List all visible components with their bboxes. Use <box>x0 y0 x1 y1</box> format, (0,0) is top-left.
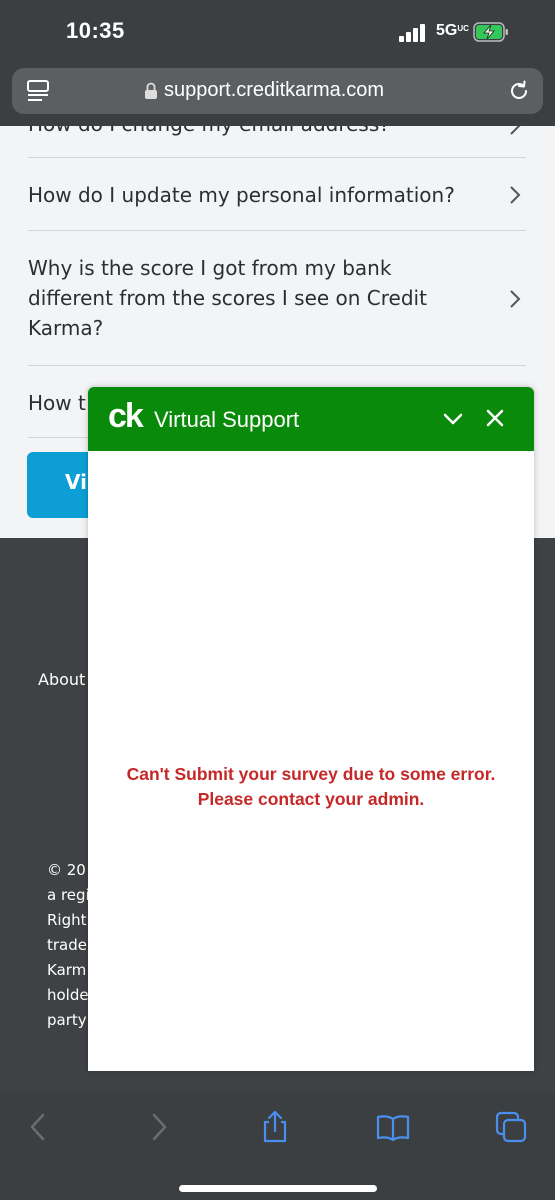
cellular-signal-icon <box>399 24 425 42</box>
copyright-line: holde <box>47 986 89 1004</box>
faq-item[interactable]: Why is the score I got from my bank diff… <box>28 231 526 366</box>
chevron-right-icon <box>510 290 521 308</box>
browser-toolbar <box>0 1092 555 1200</box>
chevron-right-icon <box>510 186 521 204</box>
network-type: 5GUC <box>436 22 469 39</box>
copyright-line: Right <box>47 911 87 929</box>
status-bar: 10:35 5GUC <box>0 0 555 62</box>
faq-question: How do I update my personal information? <box>28 183 455 207</box>
forward-icon[interactable] <box>141 1110 175 1144</box>
chevron-down-icon[interactable] <box>442 409 464 429</box>
chat-header: ck Virtual Support <box>88 387 534 451</box>
copyright-line: © 20 <box>47 861 86 879</box>
page-menu-icon[interactable] <box>26 79 52 103</box>
virtual-support-window: ck Virtual Support Can't Submit your sur… <box>88 387 534 1071</box>
address-bar[interactable]: support.creditkarma.com <box>12 68 543 114</box>
share-icon[interactable] <box>258 1110 292 1144</box>
copyright-text: © 20 a regi Right trade Karm holde party <box>47 858 90 1033</box>
browser-address-area: support.creditkarma.com <box>0 62 555 126</box>
copyright-line: a regi <box>47 886 90 904</box>
faq-question: Why is the score I got from my bank diff… <box>28 256 427 340</box>
battery-charging-icon <box>473 22 508 42</box>
footer-link-about[interactable]: About <box>38 670 85 689</box>
bookmarks-icon[interactable] <box>376 1110 410 1144</box>
chat-title: Virtual Support <box>154 407 300 432</box>
ck-logo: ck <box>108 397 144 435</box>
faq-question: How do I change my email address? <box>28 126 478 139</box>
copyright-line: trade <box>47 936 87 954</box>
reload-icon[interactable] <box>507 79 531 103</box>
home-indicator <box>179 1185 377 1192</box>
url-text[interactable]: support.creditkarma.com <box>164 79 384 102</box>
faq-item[interactable]: How do I update my personal information? <box>28 158 526 231</box>
status-time: 10:35 <box>66 18 125 43</box>
back-icon[interactable] <box>22 1110 56 1144</box>
error-message: Can't Submit your survey due to some err… <box>126 764 496 809</box>
copyright-line: Karm <box>47 961 87 979</box>
chevron-right-icon <box>510 126 521 135</box>
copyright-line: party <box>47 1011 87 1029</box>
tabs-icon[interactable] <box>494 1110 528 1144</box>
faq-item[interactable]: How do I change my email address? <box>28 126 526 158</box>
lock-icon <box>145 82 157 99</box>
close-icon[interactable] <box>485 408 505 428</box>
